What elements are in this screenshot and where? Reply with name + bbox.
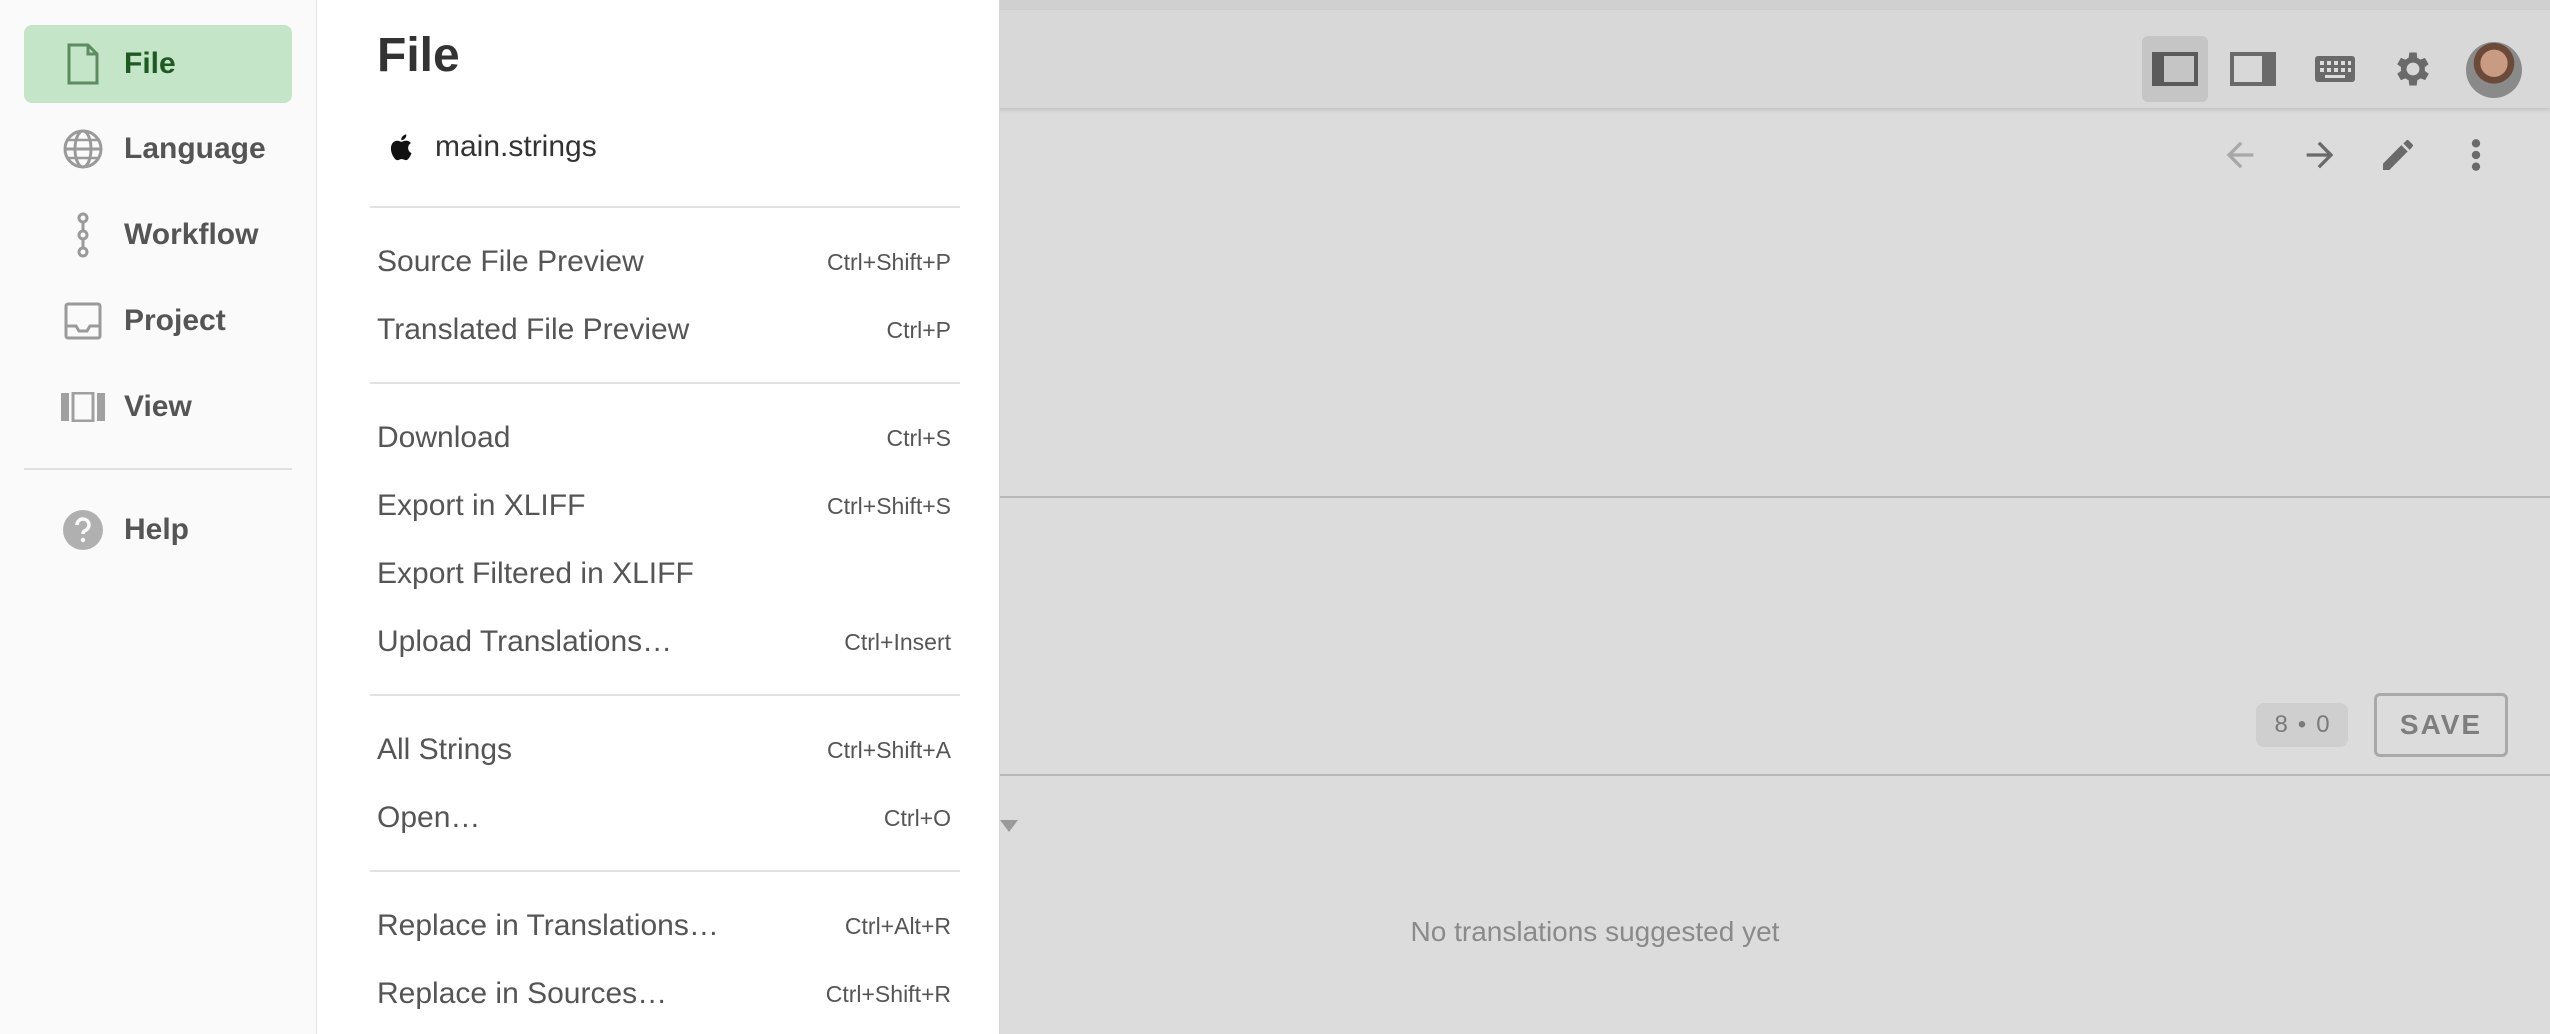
keyboard-shortcuts-button[interactable] xyxy=(2302,36,2368,102)
back-arrow-button[interactable] xyxy=(2218,130,2262,180)
menu-item-open[interactable]: Open… Ctrl+O xyxy=(377,788,951,848)
arrow-left-icon xyxy=(2226,141,2254,169)
more-options-button[interactable] xyxy=(2466,130,2486,180)
menu-item-label: Replace in Sources… xyxy=(377,977,668,1010)
counter-left: 8 xyxy=(2274,711,2288,738)
keyboard-icon xyxy=(2315,56,2355,82)
left-panel-icon xyxy=(2152,52,2198,86)
user-avatar[interactable] xyxy=(2466,42,2522,98)
menu-item-label: Export Filtered in XLIFF xyxy=(377,557,694,590)
rail-item-workflow[interactable]: Workflow xyxy=(24,196,292,274)
save-button[interactable]: SAVE xyxy=(2374,693,2508,757)
rail-item-help[interactable]: Help xyxy=(24,491,292,569)
more-vertical-icon xyxy=(2471,139,2481,171)
current-file: main.strings xyxy=(387,130,597,164)
workflow-icon xyxy=(60,212,106,258)
menu-item-label: Export in XLIFF xyxy=(377,489,586,522)
menu-item-source-file-preview[interactable]: Source File Preview Ctrl+Shift+P xyxy=(377,232,951,292)
rail-item-label: Workflow xyxy=(124,218,259,251)
menu-item-replace-in-sources[interactable]: Replace in Sources… Ctrl+Shift+R xyxy=(377,964,951,1024)
pencil-icon xyxy=(2383,140,2413,170)
menu-item-label: Source File Preview xyxy=(377,245,644,278)
right-panel-icon xyxy=(2230,52,2276,86)
counter-dot: • xyxy=(2297,711,2307,738)
rail-item-label: Language xyxy=(124,132,266,165)
menu-item-download[interactable]: Download Ctrl+S xyxy=(377,408,951,468)
menu-item-label: Open… xyxy=(377,801,481,834)
arrow-right-icon xyxy=(2306,141,2334,169)
view-columns-icon xyxy=(60,384,106,430)
caret-down-icon[interactable] xyxy=(1000,820,1018,832)
menu-item-label: All Strings xyxy=(377,733,513,766)
menu-item-label: Translated File Preview xyxy=(377,313,690,346)
menu-item-label: Download xyxy=(377,421,511,454)
menu-item-label: Upload Translations… xyxy=(377,625,673,658)
rail-item-view[interactable]: View xyxy=(24,368,292,446)
char-counter: 8 • 0 xyxy=(2256,703,2348,747)
menu-item-label: Replace in Translations… xyxy=(377,909,719,942)
menu-item-export-xliff[interactable]: Export in XLIFF Ctrl+Shift+S xyxy=(377,476,951,536)
menu-item-upload-translations[interactable]: Upload Translations… Ctrl+Insert xyxy=(377,612,951,672)
settings-button[interactable] xyxy=(2380,36,2446,102)
menu-item-shortcut: Ctrl+Shift+P xyxy=(827,248,951,275)
menu-item-replace-in-translations[interactable]: Replace in Translations… Ctrl+Alt+R xyxy=(377,896,951,956)
menu-item-shortcut: Ctrl+Shift+S xyxy=(827,492,951,519)
rail-item-label: View xyxy=(124,390,192,423)
file-icon xyxy=(60,41,106,87)
edit-button[interactable] xyxy=(2378,130,2418,180)
gear-icon xyxy=(2397,52,2429,86)
apple-icon xyxy=(390,134,412,161)
globe-icon xyxy=(60,126,106,172)
menu-item-shortcut: Ctrl+Insert xyxy=(844,628,951,655)
rail-item-file[interactable]: File xyxy=(24,25,292,103)
menu-item-shortcut: Ctrl+S xyxy=(886,424,951,451)
menu-item-translated-file-preview[interactable]: Translated File Preview Ctrl+P xyxy=(377,300,951,360)
rail-item-label: Help xyxy=(124,513,190,546)
toggle-right-panel-button[interactable] xyxy=(2220,36,2286,102)
menu-item-shortcut: Ctrl+P xyxy=(886,316,951,343)
menu-item-all-strings[interactable]: All Strings Ctrl+Shift+A xyxy=(377,720,951,780)
menu-item-shortcut: Ctrl+O xyxy=(883,804,951,831)
menu-item-export-filtered-xliff[interactable]: Export Filtered in XLIFF xyxy=(377,544,951,604)
main-menu-rail: File Language Workflow Project View Help xyxy=(0,0,317,1034)
menu-divider xyxy=(370,206,960,208)
toggle-left-panel-button[interactable] xyxy=(2142,36,2208,102)
inbox-icon xyxy=(60,298,106,344)
menu-divider xyxy=(370,694,960,696)
rail-item-project[interactable]: Project xyxy=(24,282,292,360)
counter-right: 0 xyxy=(2316,711,2330,738)
forward-arrow-button[interactable] xyxy=(2298,130,2342,180)
rail-item-label: File xyxy=(124,47,176,80)
file-name: main.strings xyxy=(435,130,597,163)
menu-divider xyxy=(370,870,960,872)
panel-title: File xyxy=(377,29,460,82)
empty-suggestions-text: No translations suggested yet xyxy=(1410,916,1780,947)
rail-item-language[interactable]: Language xyxy=(24,110,292,188)
help-icon xyxy=(60,507,106,553)
menu-item-shortcut: Ctrl+Shift+R xyxy=(825,980,951,1007)
menu-item-shortcut: Ctrl+Shift+A xyxy=(827,736,951,763)
menu-item-shortcut: Ctrl+Alt+R xyxy=(844,912,951,939)
file-menu-panel: File main.strings Source File Preview Ct… xyxy=(317,0,1000,1034)
rail-item-label: Project xyxy=(124,304,226,337)
rail-divider xyxy=(24,468,292,470)
menu-divider xyxy=(370,382,960,384)
